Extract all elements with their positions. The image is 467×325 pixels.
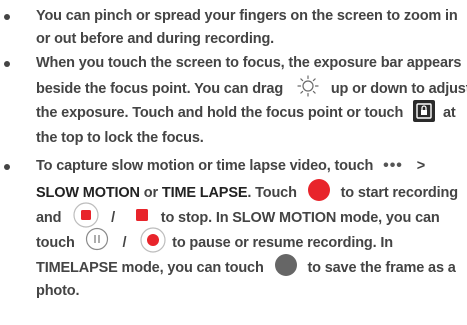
capture-icon [274,253,298,277]
stop-small-icon [129,202,153,226]
bullet-slowmo-line-5-text: TIMELAPSE mode, you can touch [36,259,264,276]
bullet-focus-line-1: When you touch the screen to focus, the … [36,55,462,71]
time-lapse-label: TIME LAPSE [161,184,248,201]
bullet-slowmo-line-2-touch: . Touch [247,184,297,201]
bullet-focus-line-3-text-b: at [442,105,456,121]
bullet-zoom-line-2: or out before and during recording. [36,31,275,47]
bullet-slowmo-line-4-slash: / [122,234,127,251]
bullet-dot [4,14,10,20]
bullet-dot [4,164,10,170]
bullet-dot [4,61,10,67]
bullet-slowmo-line-3-and: and [36,209,62,226]
bullet-slowmo-line-3-slash: / [111,209,116,226]
resume-icon [140,227,166,253]
stop-icon [73,202,99,228]
bullet-slowmo-line-2-end: to start recording [340,184,458,201]
bullet-slowmo-line-5-end: to save the frame as a [307,259,456,276]
bullet-slowmo-line-1: To capture slow motion or time lapse vid… [36,156,425,176]
bullet-focus-line-2: beside the focus point. You can drag up … [36,75,467,100]
bullet-slowmo-line-2: SLOW MOTION or TIME LAPSE. Touch to star… [36,178,458,205]
bullet-slowmo-line-2-or: or [143,184,158,201]
sun-icon [297,75,319,97]
bullet-focus-line-2-text-a: beside the focus point. You can drag [36,80,284,97]
bullet-slowmo-line-1-text: To capture slow motion or time lapse vid… [36,158,374,174]
bullet-slowmo-line-4-touch: touch [36,234,75,251]
bullet-slowmo-line-4: touch / to pause or resume recording. In [36,227,393,255]
lock-icon [413,100,436,123]
bullet-slowmo-line-6: photo. [36,283,80,299]
bullet-slowmo-line-3-text: to stop. In SLOW MOTION mode, you can [160,209,440,226]
more-dots-icon: ••• [383,157,403,174]
bullet-slowmo-line-5: TIMELAPSE mode, you can touch to save th… [36,253,456,280]
bullet-focus-line-3: the exposure. Touch and hold the focus p… [36,100,456,123]
slow-motion-label: SLOW MOTION [36,184,140,201]
pause-icon [85,227,109,251]
record-icon [307,178,331,202]
document-page: You can pinch or spread your fingers on … [0,0,467,325]
bullet-focus-line-4: the top to lock the focus. [36,130,204,146]
bullet-slowmo-line-4-text: to pause or resume recording. In [172,234,393,251]
bullet-focus-line-3-text: the exposure. Touch and hold the focus p… [36,105,404,121]
bullet-focus-line-2-text-b: up or down to adjust [330,80,467,97]
menu-arrow: > [416,158,426,174]
bullet-zoom-line-1: You can pinch or spread your fingers on … [36,8,458,24]
